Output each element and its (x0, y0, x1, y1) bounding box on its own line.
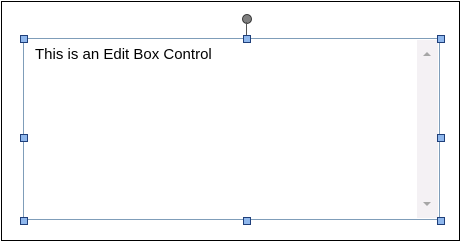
resize-handle-middle-right[interactable] (437, 134, 445, 142)
resize-handle-middle-left[interactable] (20, 134, 28, 142)
resize-handle-bottom-right[interactable] (437, 217, 445, 225)
rotate-handle-stem (246, 22, 247, 36)
resize-handle-bottom-left[interactable] (20, 217, 28, 225)
resize-handle-top-right[interactable] (437, 35, 445, 43)
rotate-handle-icon[interactable] (242, 14, 252, 24)
scroll-up-arrow-icon[interactable] (423, 52, 431, 56)
resize-handle-bottom-center[interactable] (243, 217, 251, 225)
edit-box-control[interactable]: This is an Edit Box Control (23, 38, 440, 220)
scroll-down-arrow-icon[interactable] (423, 202, 431, 206)
edit-box-text[interactable]: This is an Edit Box Control (35, 46, 212, 63)
resize-handle-top-left[interactable] (20, 35, 28, 43)
vertical-scrollbar[interactable] (417, 40, 438, 218)
resize-handle-top-center[interactable] (243, 35, 251, 43)
